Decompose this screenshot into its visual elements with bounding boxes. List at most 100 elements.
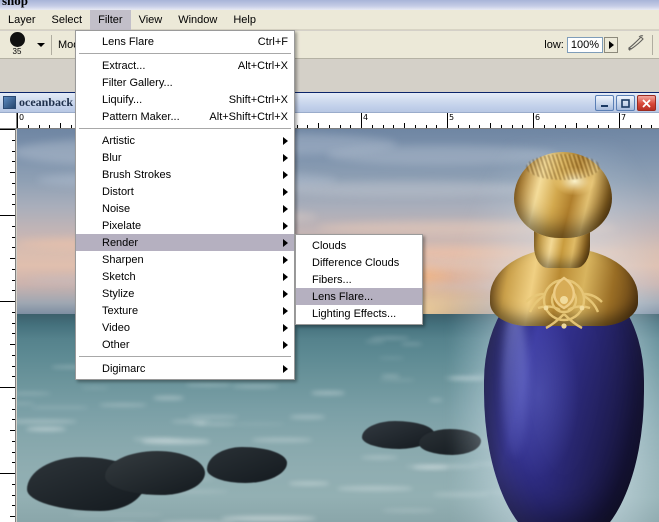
ruler-tick bbox=[17, 113, 18, 128]
menu-item-patternmaker[interactable]: Pattern Maker... Alt+Shift+Ctrl+X bbox=[76, 108, 294, 125]
wave-streak bbox=[378, 356, 405, 359]
ruler-tick bbox=[361, 113, 362, 128]
window-controls bbox=[595, 95, 656, 111]
maximize-button[interactable] bbox=[616, 95, 635, 111]
menu-item-label: Sharpen bbox=[102, 253, 144, 266]
ruler-tick bbox=[296, 125, 298, 128]
ruler-tick bbox=[12, 150, 15, 152]
ruler-tick bbox=[608, 125, 610, 128]
flow-label: low: bbox=[544, 38, 564, 51]
submenu-arrow-icon bbox=[283, 187, 288, 196]
airbrush-icon[interactable] bbox=[626, 35, 646, 54]
menu-separator bbox=[79, 356, 291, 357]
menu-item-label: Filter Gallery... bbox=[102, 76, 173, 89]
ruler-tick bbox=[597, 125, 599, 128]
menu-item-liquify[interactable]: Liquify... Shift+Ctrl+X bbox=[76, 91, 294, 108]
minimize-button[interactable] bbox=[595, 95, 614, 111]
menu-item-brushstrokes[interactable]: Brush Strokes bbox=[76, 166, 294, 183]
ruler-tick bbox=[12, 311, 15, 313]
wave-streak bbox=[252, 438, 312, 442]
menubar-item-help[interactable]: Help bbox=[225, 10, 264, 30]
menubar-item-layer[interactable]: Layer bbox=[0, 10, 44, 30]
flow-popup-button[interactable] bbox=[604, 36, 618, 53]
ruler-tick bbox=[565, 125, 567, 128]
submenu-arrow-icon bbox=[283, 340, 288, 349]
chevron-down-icon[interactable] bbox=[37, 42, 45, 47]
menu-item-label: Digimarc bbox=[102, 362, 146, 375]
submenu-item-lightingeffects[interactable]: Lighting Effects... bbox=[296, 305, 422, 322]
menubar-item-view[interactable]: View bbox=[131, 10, 171, 30]
menu-item-digimarc[interactable]: Digimarc bbox=[76, 360, 294, 377]
ruler-tick bbox=[12, 483, 15, 485]
ruler-tick bbox=[382, 125, 384, 128]
menu-item-sharpen[interactable]: Sharpen bbox=[76, 251, 294, 268]
menu-item-shortcut: Ctrl+F bbox=[257, 35, 288, 48]
ruler-tick bbox=[350, 125, 352, 128]
menu-item-lensflare[interactable]: Lens Flare Ctrl+F bbox=[76, 33, 294, 50]
menu-item-blur[interactable]: Blur bbox=[76, 149, 294, 166]
render-submenu[interactable]: Clouds Difference Clouds Fibers... Lens Fla… bbox=[295, 234, 423, 325]
submenu-item-lensflare[interactable]: Lens Flare... bbox=[296, 288, 422, 305]
menu-item-noise[interactable]: Noise bbox=[76, 200, 294, 217]
menubar-item-select[interactable]: Select bbox=[44, 10, 91, 30]
menu-item-other[interactable]: Other bbox=[76, 336, 294, 353]
menu-item-label: Lens Flare bbox=[102, 35, 154, 48]
menu-item-stylize[interactable]: Stylize bbox=[76, 285, 294, 302]
brush-preset-preview[interactable]: 35 bbox=[0, 32, 34, 58]
menu-item-artistic[interactable]: Artistic bbox=[76, 132, 294, 149]
menu-item-label: Distort bbox=[102, 185, 134, 198]
submenu-item-differenceclouds[interactable]: Difference Clouds bbox=[296, 254, 422, 271]
ruler-tick bbox=[38, 125, 40, 128]
menu-item-pixelate[interactable]: Pixelate bbox=[76, 217, 294, 234]
ruler-tick bbox=[10, 516, 15, 517]
ruler-tick bbox=[27, 125, 29, 128]
ruler-tick bbox=[640, 125, 642, 128]
ruler-tick bbox=[0, 387, 15, 388]
filter-menu[interactable]: Lens Flare Ctrl+F Extract... Alt+Ctrl+X Filt… bbox=[75, 30, 295, 380]
ruler-tick bbox=[586, 125, 588, 128]
ruler-label: 0 bbox=[19, 113, 25, 122]
menu-item-video[interactable]: Video bbox=[76, 319, 294, 336]
ruler-tick bbox=[12, 333, 15, 335]
menubar-item-window[interactable]: Window bbox=[170, 10, 225, 30]
ruler-tick bbox=[12, 494, 15, 496]
menu-item-filtergallery[interactable]: Filter Gallery... bbox=[76, 74, 294, 91]
submenu-arrow-icon bbox=[283, 323, 288, 332]
ruler-tick bbox=[0, 473, 15, 474]
ruler-tick bbox=[12, 408, 15, 410]
options-divider bbox=[51, 34, 52, 55]
ruler-tick bbox=[479, 125, 481, 128]
submenu-item-clouds[interactable]: Clouds bbox=[296, 237, 422, 254]
submenu-arrow-icon bbox=[283, 306, 288, 315]
submenu-arrow-icon bbox=[283, 204, 288, 213]
flow-input[interactable]: 100% bbox=[566, 36, 603, 53]
menu-bar: Layer Select Filter View Window Help bbox=[0, 10, 659, 30]
ruler-tick bbox=[12, 290, 15, 292]
menu-item-render[interactable]: Render bbox=[76, 234, 294, 251]
ruler-tick bbox=[436, 125, 438, 128]
wave-streak bbox=[360, 455, 399, 460]
wave-streak bbox=[364, 339, 385, 343]
close-button[interactable] bbox=[637, 95, 656, 111]
submenu-arrow-icon bbox=[283, 272, 288, 281]
menu-item-label: Video bbox=[102, 321, 130, 334]
menubar-item-filter[interactable]: Filter bbox=[90, 10, 131, 30]
brush-tip-icon bbox=[9, 32, 25, 47]
submenu-arrow-icon bbox=[283, 289, 288, 298]
ruler-tick bbox=[12, 279, 15, 281]
submenu-item-fibers[interactable]: Fibers... bbox=[296, 271, 422, 288]
ruler-label: 6 bbox=[535, 113, 541, 122]
menu-item-extract[interactable]: Extract... Alt+Ctrl+X bbox=[76, 57, 294, 74]
menu-item-distort[interactable]: Distort bbox=[76, 183, 294, 200]
ruler-tick bbox=[404, 123, 405, 128]
menu-item-texture[interactable]: Texture bbox=[76, 302, 294, 319]
application-title: shop bbox=[2, 0, 29, 8]
menu-item-sketch[interactable]: Sketch bbox=[76, 268, 294, 285]
menu-item-label: Stylize bbox=[102, 287, 135, 300]
ruler-tick bbox=[12, 268, 15, 270]
menu-item-label: Extract... bbox=[102, 59, 146, 72]
menu-item-label: Sketch bbox=[102, 270, 136, 283]
ruler-tick bbox=[49, 125, 51, 128]
vertical-ruler[interactable] bbox=[0, 129, 16, 522]
ruler-tick bbox=[447, 113, 448, 128]
